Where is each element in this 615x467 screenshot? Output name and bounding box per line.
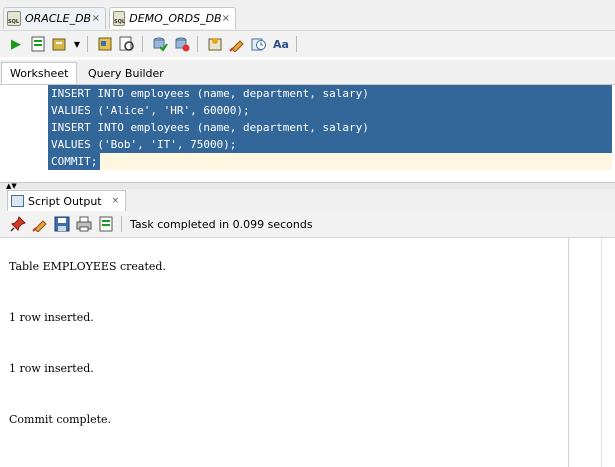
tab-worksheet[interactable]: Worksheet [1,62,78,84]
tab-label: ORACLE_DB [25,12,92,25]
toolbar-separator [87,36,88,52]
current-line-highlight [48,153,612,170]
close-icon[interactable]: × [222,13,230,24]
chevron-down-icon[interactable]: ▼ [72,34,82,54]
tab-label: DEMO_ORDS_DB [129,12,222,25]
right-margin-line [568,238,569,467]
output-line: 1 row inserted. [9,362,94,375]
sql-tuning-icon[interactable] [117,34,137,54]
output-toolbar: Task completed in 0.099 seconds [0,211,615,238]
tab-label: Script Output [28,194,102,208]
tab-query-builder[interactable]: Query Builder [80,62,172,84]
tab-script-output[interactable]: Script Output × [7,190,127,211]
code-line: INSERT INTO employees (name, department,… [51,121,369,134]
toolbar-separator [142,36,143,52]
toolbar-separator [197,36,198,52]
save-icon[interactable] [52,214,72,234]
worksheet-toolbar: ▶ ▼ Aa [0,31,615,57]
clear-icon[interactable] [227,34,247,54]
pin-icon[interactable] [8,214,28,234]
output-tab-bar: Script Output × [0,189,615,211]
toolbar-separator [296,36,297,52]
close-icon[interactable]: × [92,13,100,24]
code-line: VALUES ('Alice', 'HR', 60000); [51,104,250,117]
editor-tab-bar: Worksheet Query Builder [0,60,615,85]
code-line: INSERT INTO employees (name, department,… [51,87,369,100]
format-icon[interactable]: Aa [271,34,291,54]
tab-oracle-db[interactable]: ORACLE_DB × [3,7,106,29]
code-line: COMMIT; [51,155,98,168]
editor-gutter [0,85,47,182]
sql-editor[interactable]: INSERT INTO employees (name, department,… [0,85,615,182]
autotrace-icon[interactable] [50,34,70,54]
tab-demo-ords-db[interactable]: DEMO_ORDS_DB × [109,7,236,29]
code-line: VALUES ('Bob', 'IT', 75000); [51,138,237,151]
script-output-icon [11,195,24,207]
run-script-icon[interactable] [96,214,116,234]
task-status: Task completed in 0.099 seconds [130,217,313,231]
sql-worksheet-icon [113,11,125,26]
commit-icon[interactable] [150,34,170,54]
unshared-sql-icon[interactable] [205,34,225,54]
clear-icon[interactable] [30,214,50,234]
output-line: Table EMPLOYEES created. [9,260,166,273]
scrollbar-track[interactable] [601,238,602,467]
script-output-area[interactable]: Table EMPLOYEES created. 1 row inserted.… [0,238,615,467]
document-tab-bar: ORACLE_DB × DEMO_ORDS_DB × [0,0,615,31]
rollback-icon[interactable] [172,34,192,54]
output-line: 1 row inserted. [9,311,94,324]
run-statement-icon[interactable]: ▶ [6,34,26,54]
run-script-icon[interactable] [28,34,48,54]
close-icon[interactable]: × [112,196,120,206]
toolbar-separator [121,216,122,232]
print-icon[interactable] [74,214,94,234]
explain-plan-icon[interactable] [95,34,115,54]
sql-worksheet-icon [7,11,21,26]
output-line: Commit complete. [9,413,112,426]
history-icon[interactable] [249,34,269,54]
